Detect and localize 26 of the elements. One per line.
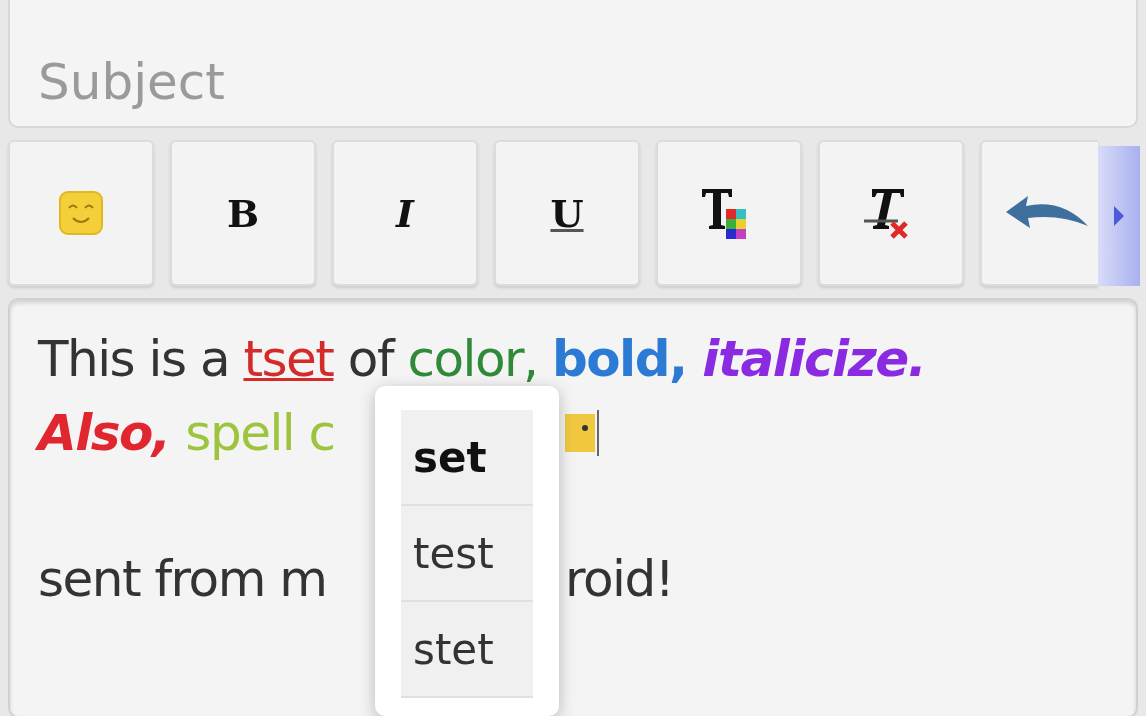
smiley-icon bbox=[59, 191, 103, 235]
suggestion-item[interactable]: stet bbox=[401, 602, 533, 698]
body-text: sent from m bbox=[38, 550, 327, 608]
undo-button[interactable] bbox=[980, 140, 1098, 286]
body-text: bold, bbox=[551, 330, 688, 388]
suggestion-item[interactable]: set bbox=[401, 410, 533, 506]
body-text: tset bbox=[243, 330, 334, 388]
body-text: This is a bbox=[38, 330, 231, 388]
message-body-field[interactable]: This is a tset of color, bold, italicize. Also, spell c sent from m roid! set test stet bbox=[8, 298, 1138, 716]
body-text: roid! bbox=[565, 550, 674, 608]
body-text: spell c bbox=[185, 404, 335, 462]
right-arrow-icon bbox=[1114, 206, 1124, 226]
body-text: of bbox=[346, 330, 396, 388]
body-text: color, bbox=[407, 330, 539, 388]
undo-arrow-icon bbox=[1006, 196, 1088, 228]
suggestion-item[interactable]: test bbox=[401, 506, 533, 602]
smiley-tail-icon bbox=[565, 409, 599, 457]
clear-format-icon bbox=[864, 189, 909, 240]
clear-format-button[interactable] bbox=[818, 140, 964, 286]
subject-field[interactable]: Subject bbox=[8, 0, 1138, 128]
italic-button[interactable]: I bbox=[332, 140, 478, 286]
text-color-button[interactable] bbox=[656, 140, 802, 286]
text-color-icon bbox=[702, 189, 746, 239]
body-text: italicize. bbox=[702, 330, 926, 388]
bold-button[interactable]: B bbox=[170, 140, 316, 286]
underline-button[interactable]: U bbox=[494, 140, 640, 286]
